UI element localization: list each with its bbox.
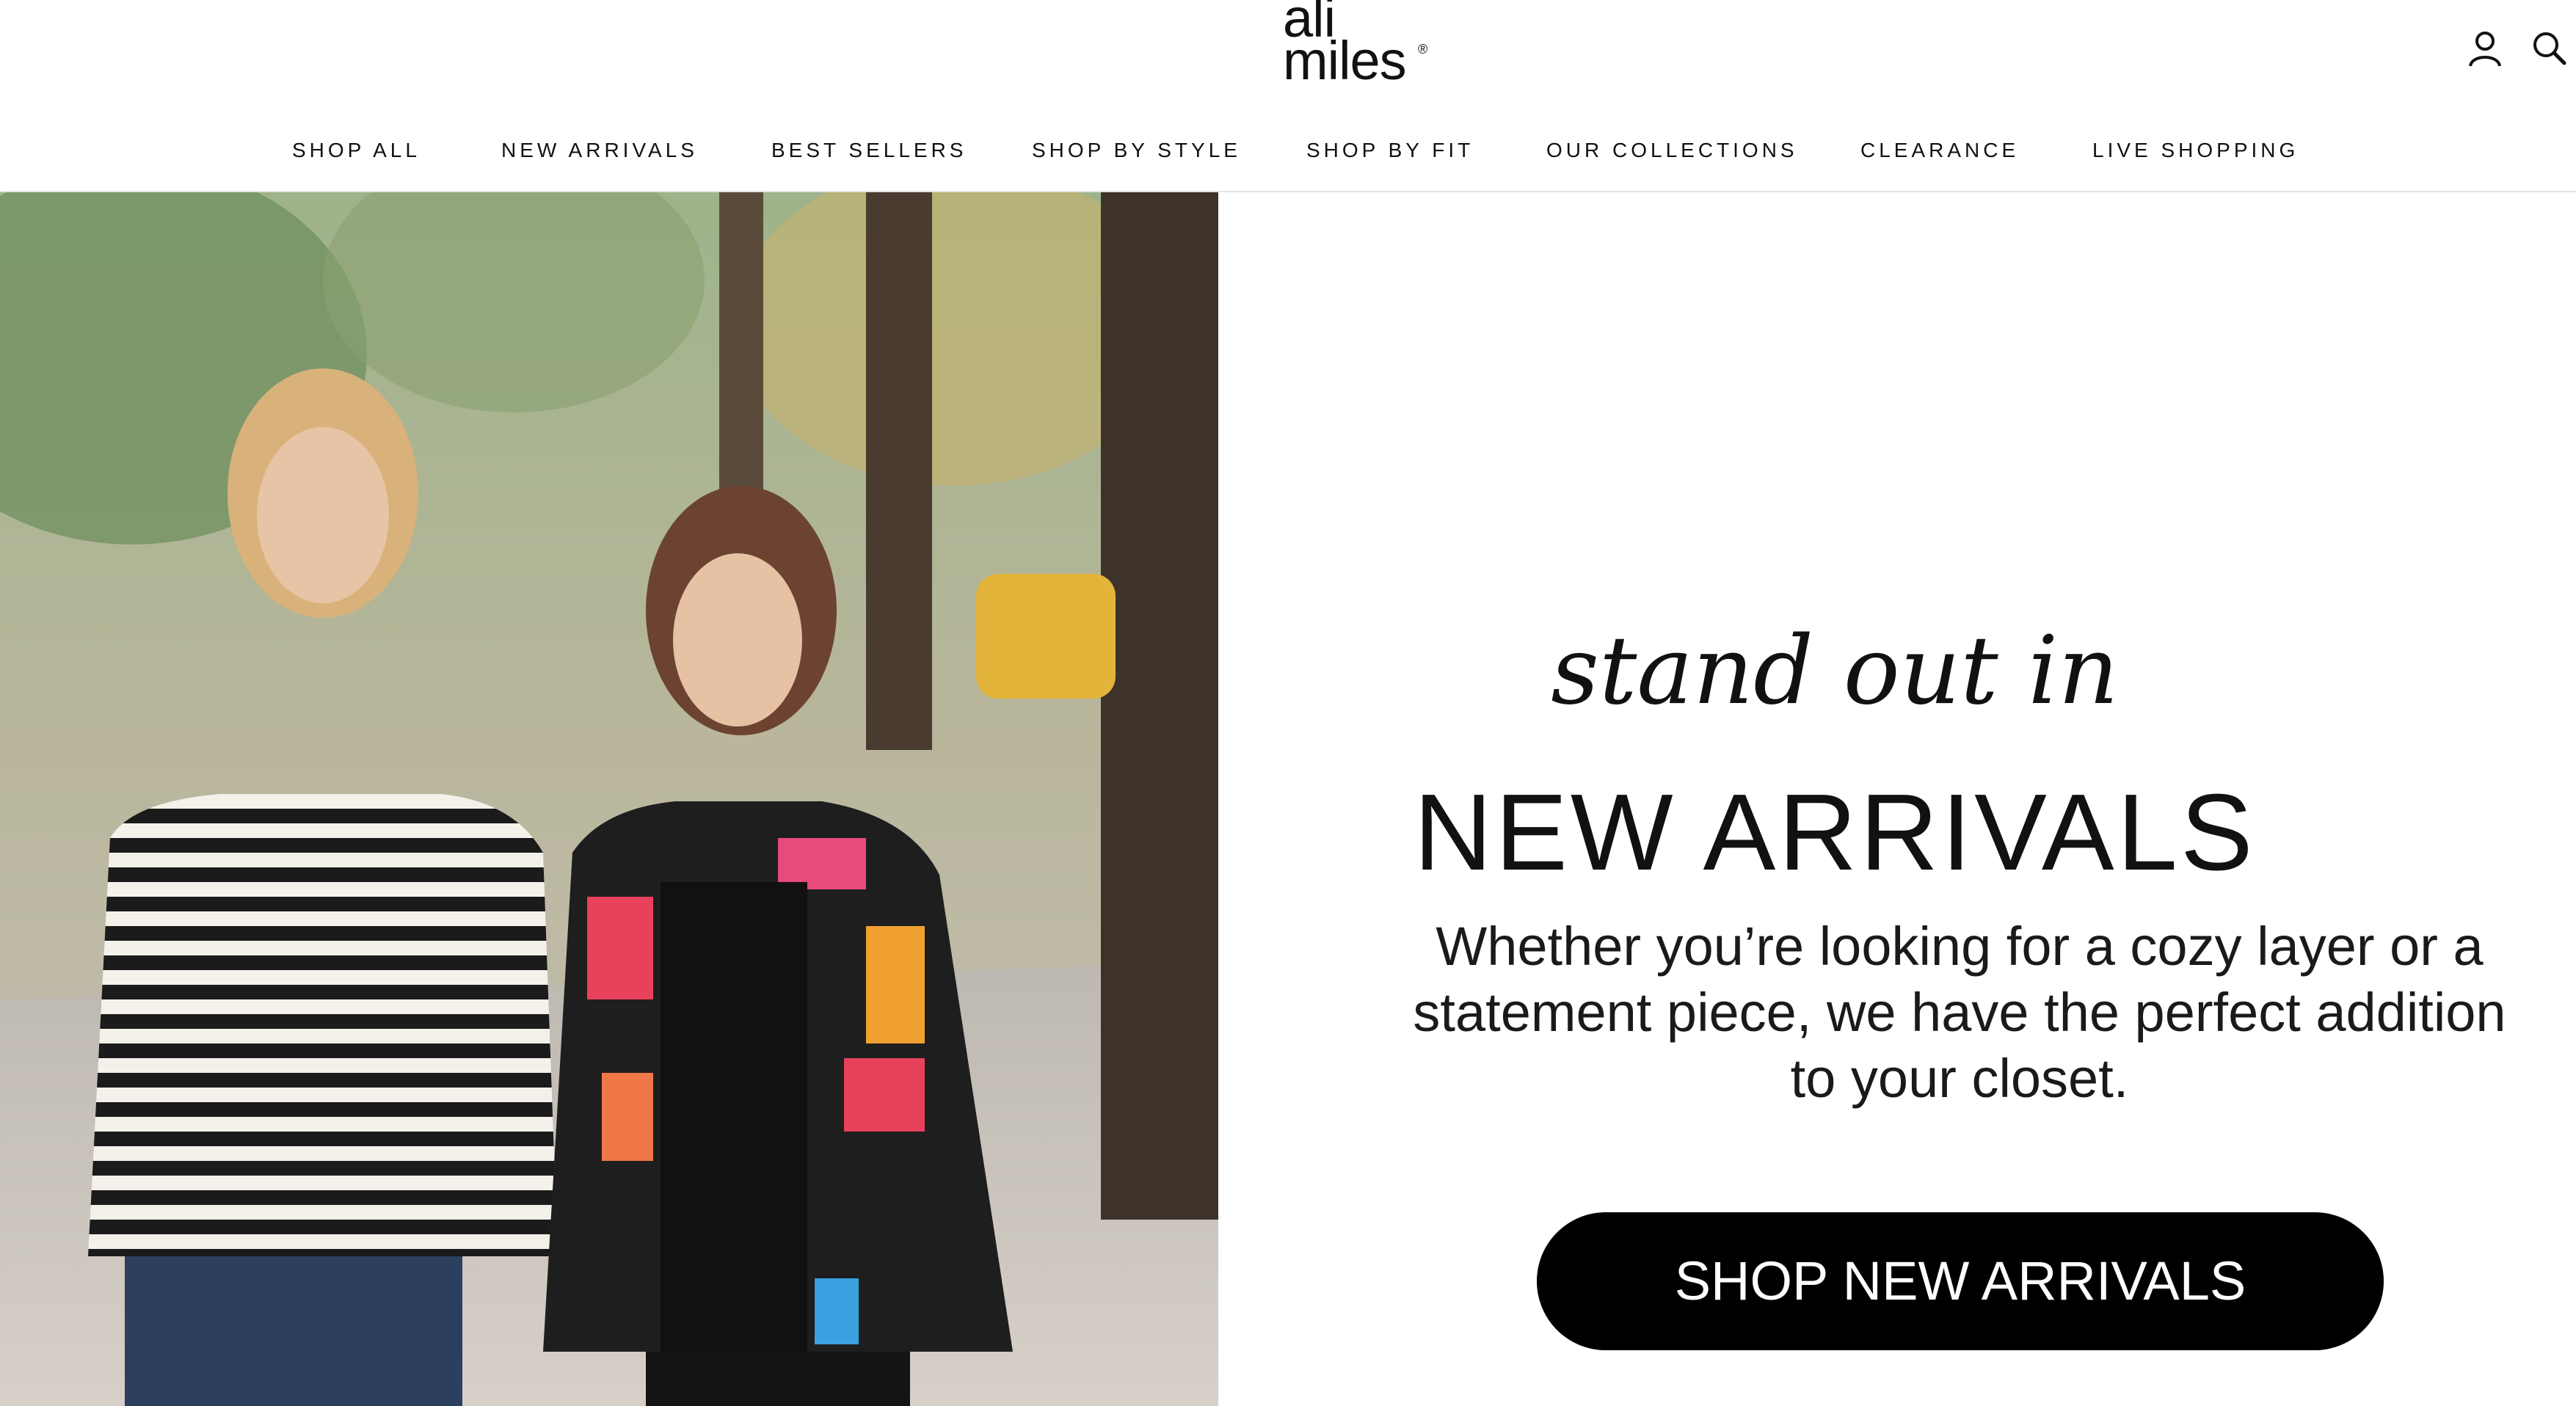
- site-header: ali miles ® SHOP ALL NEW ARRIVALS BEST S…: [0, 0, 2576, 192]
- nav-best-sellers[interactable]: BEST SELLERS: [771, 131, 967, 170]
- nav-clearance[interactable]: CLEARANCE: [1860, 131, 2019, 170]
- registered-mark: ®: [1418, 42, 1428, 57]
- account-icon[interactable]: [2463, 26, 2507, 70]
- shop-new-arrivals-button[interactable]: SHOP NEW ARRIVALS: [1537, 1212, 2384, 1350]
- brand-logo[interactable]: ali miles ®: [1283, 0, 1474, 101]
- nav-new-arrivals[interactable]: NEW ARRIVALS: [501, 131, 698, 170]
- nav-shop-by-fit[interactable]: SHOP BY FIT: [1306, 131, 1474, 170]
- nav-our-collections[interactable]: OUR COLLECTIONS: [1546, 131, 1798, 170]
- nav-shop-by-style[interactable]: SHOP BY STYLE: [1032, 131, 1241, 170]
- hero-image[interactable]: [0, 192, 1218, 1406]
- nav-shop-all[interactable]: SHOP ALL: [292, 131, 421, 170]
- nav-live-shopping[interactable]: LIVE SHOPPING: [2092, 131, 2299, 170]
- search-icon[interactable]: [2528, 26, 2572, 70]
- main-nav: SHOP ALL NEW ARRIVALS BEST SELLERS SHOP …: [0, 131, 2576, 170]
- brand-logo-line2: miles: [1283, 30, 1407, 91]
- hero-photo-illustration: [0, 192, 1218, 1406]
- promo-body: Whether you’re looking for a cozy layer …: [1413, 916, 2506, 1109]
- promo-title: NEW ARRIVALS: [1413, 772, 2256, 893]
- promo-script-heading: stand out in: [1551, 616, 2119, 726]
